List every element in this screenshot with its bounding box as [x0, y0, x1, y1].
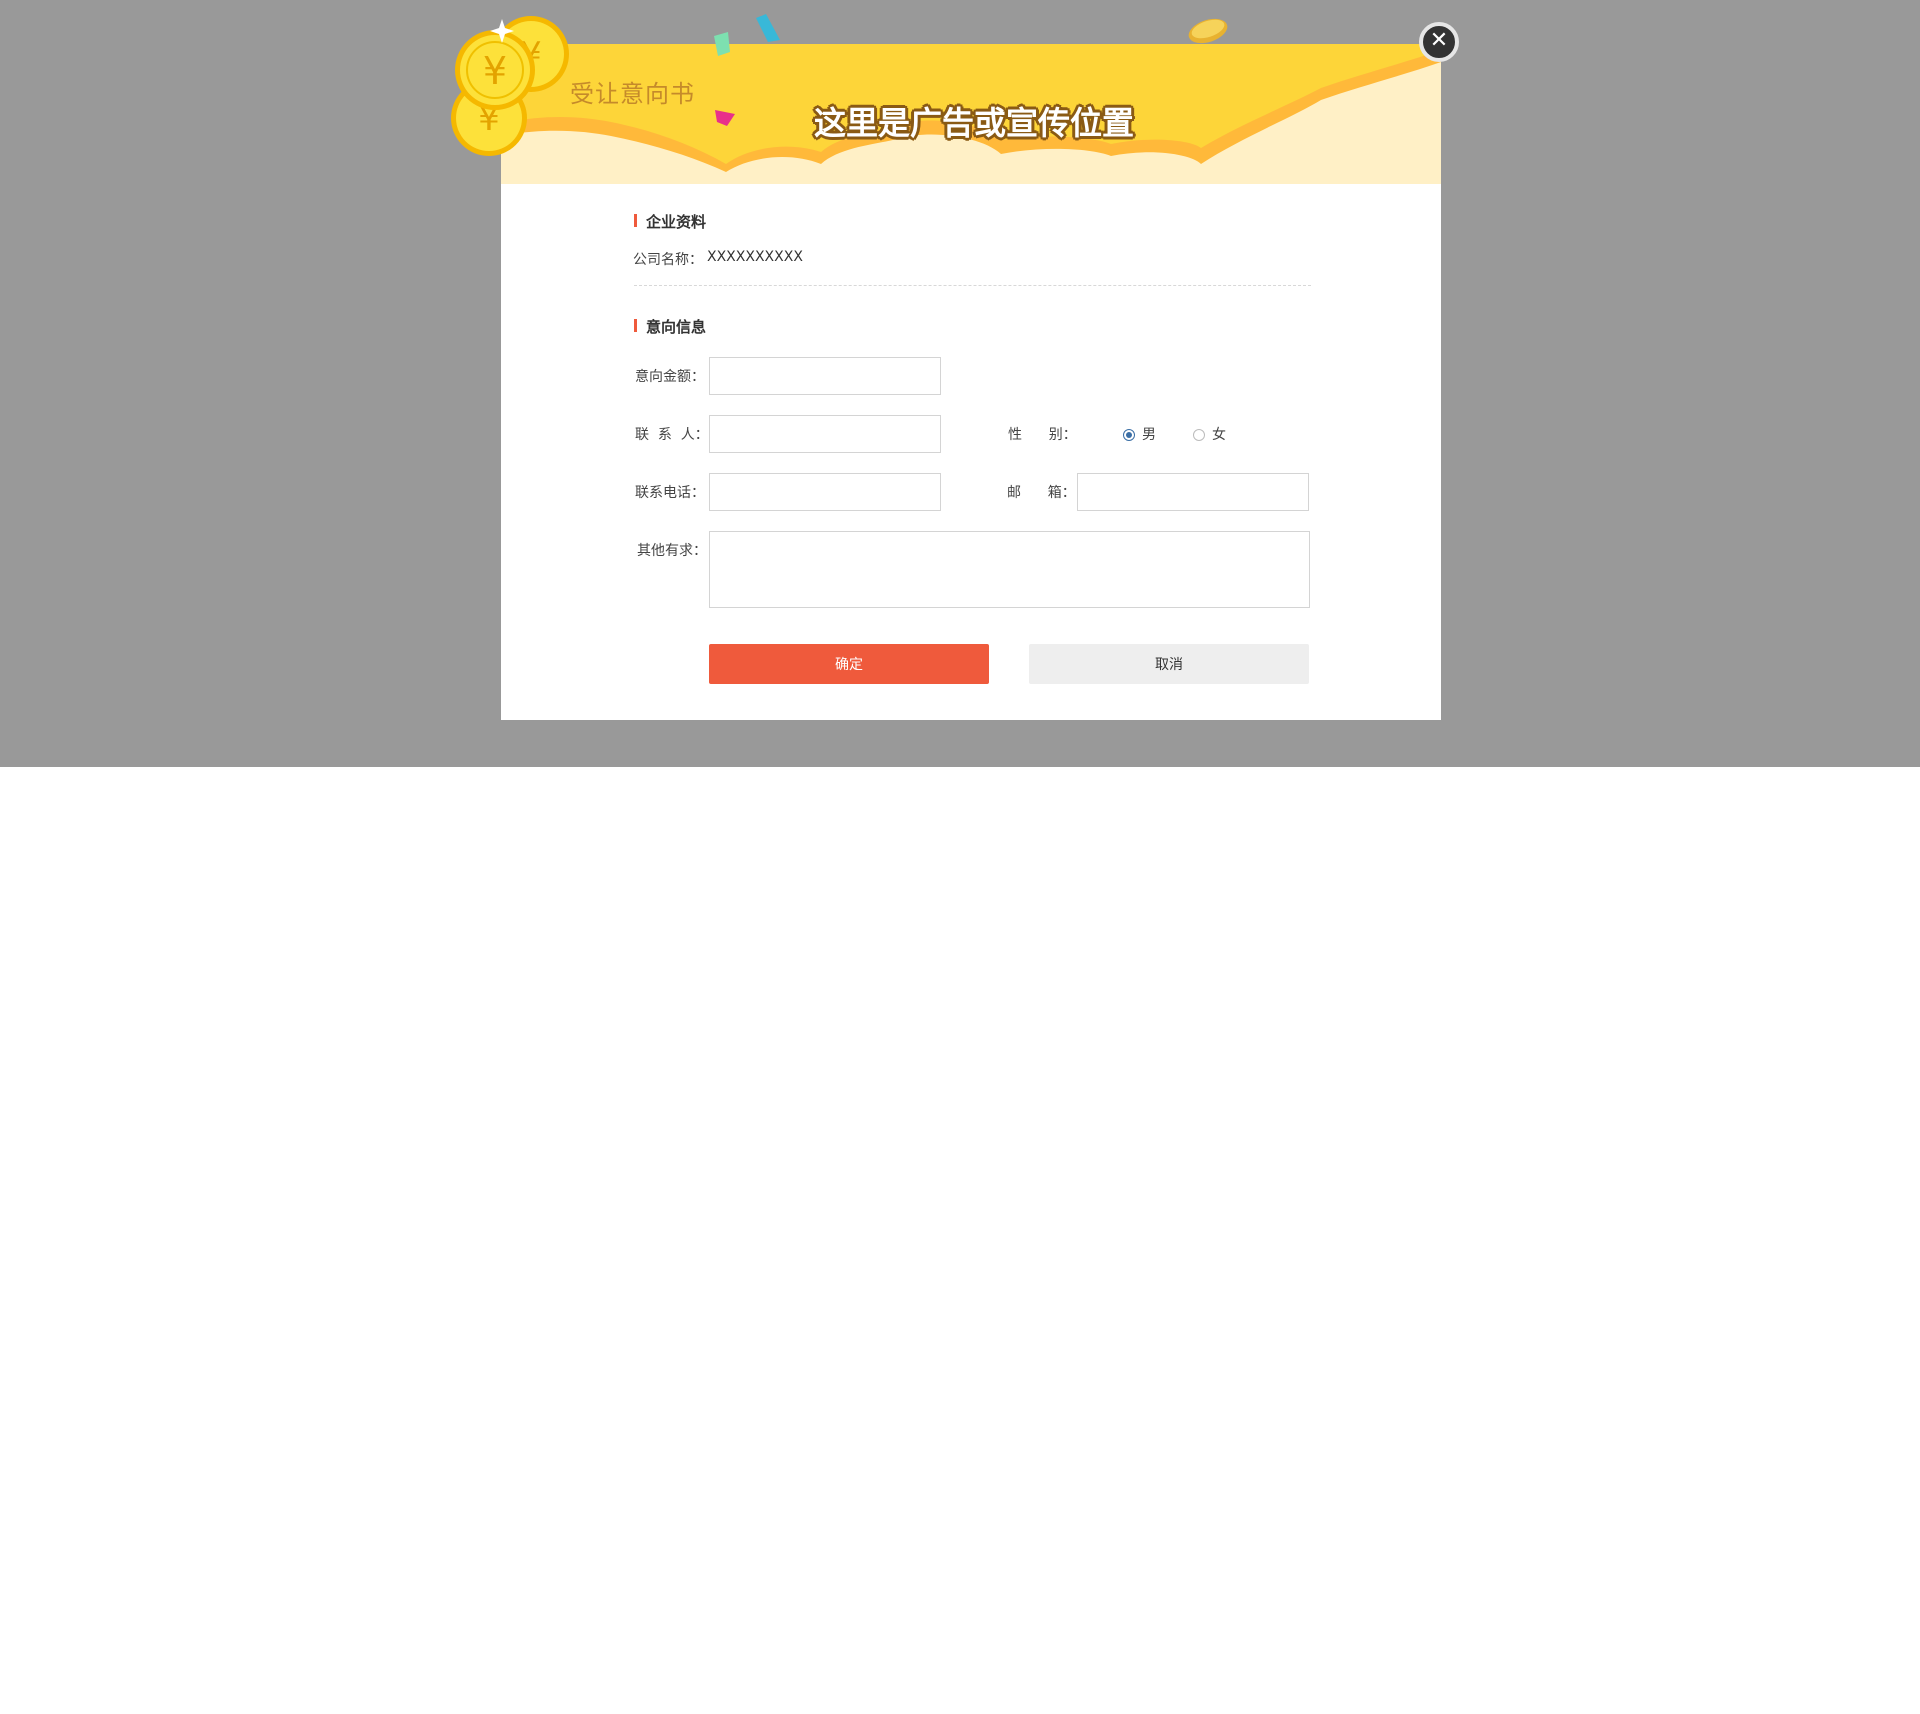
section-divider	[634, 285, 1311, 286]
contact-input[interactable]	[709, 415, 941, 453]
gender-male-label: 男	[1142, 427, 1156, 443]
contact-label: 联 系 人：	[635, 427, 709, 443]
confirm-button[interactable]: 确定	[709, 644, 989, 684]
gender-female-label: 女	[1212, 427, 1226, 443]
gender-option-female[interactable]: 女	[1193, 424, 1226, 444]
company-name-value: XXXXXXXXXX	[707, 249, 803, 265]
other-requirements-label: 其他有求：	[637, 543, 707, 559]
phone-label: 联系电话：	[635, 485, 705, 501]
gender-option-male[interactable]: 男	[1123, 424, 1156, 444]
gender-label: 性 别：	[1008, 427, 1077, 443]
coin-icon	[1188, 18, 1228, 44]
company-section-title: 企业资料	[634, 211, 706, 232]
other-requirements-textarea[interactable]	[709, 531, 1310, 608]
company-name-label: 公司名称：	[633, 252, 703, 268]
email-label: 邮 箱：	[1007, 485, 1076, 501]
cancel-button[interactable]: 取消	[1029, 644, 1309, 684]
amount-input[interactable]	[709, 357, 941, 395]
email-input[interactable]	[1077, 473, 1309, 511]
radio-checked-icon[interactable]	[1123, 429, 1135, 441]
phone-input[interactable]	[709, 473, 941, 511]
confetti-icon	[756, 14, 780, 42]
intent-section-title: 意向信息	[634, 316, 706, 337]
amount-label: 意向金额：	[635, 369, 705, 385]
radio-unchecked-icon[interactable]	[1193, 429, 1205, 441]
